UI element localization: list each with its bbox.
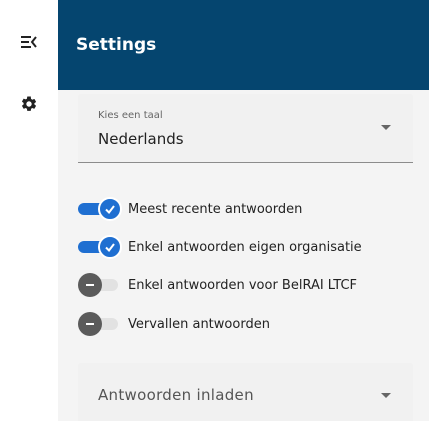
panel-body: Kies een taal Nederlands Meest recente a… — [58, 90, 429, 421]
toggle-switch[interactable] — [78, 273, 124, 297]
minus-icon — [84, 276, 96, 295]
toggle-enkel-antwoorden-belrai-ltcf[interactable]: Enkel antwoorden voor BelRAI LTCF — [78, 273, 423, 297]
toggle-label: Meest recente antwoorden — [128, 201, 303, 217]
toggle-knob — [78, 273, 102, 297]
toggle-vervallen-antwoorden[interactable]: Vervallen antwoorden — [78, 312, 423, 336]
toggle-meest-recente-antwoorden[interactable]: Meest recente antwoorden — [78, 197, 423, 221]
side-rail — [0, 0, 58, 421]
chevron-down-icon — [381, 393, 391, 398]
settings-panel: Settings Kies een taal Nederlands Meest … — [58, 0, 429, 421]
toggle-switch[interactable] — [78, 197, 124, 221]
language-select[interactable]: Kies een taal Nederlands — [78, 94, 413, 163]
toggle-label: Enkel antwoorden voor BelRAI LTCF — [128, 277, 357, 293]
load-answers-select[interactable]: Antwoorden inladen — [78, 363, 413, 421]
check-icon — [104, 238, 116, 257]
toggle-knob — [98, 197, 122, 221]
toggle-enkel-antwoorden-eigen-organisatie[interactable]: Enkel antwoorden eigen organisatie — [78, 235, 423, 259]
check-icon — [104, 200, 116, 219]
settings-button[interactable] — [0, 84, 58, 124]
panel-title: Settings — [76, 35, 157, 55]
toggle-switch[interactable] — [78, 235, 124, 259]
toggle-label: Enkel antwoorden eigen organisatie — [128, 239, 362, 255]
toggle-switch[interactable] — [78, 312, 124, 336]
toggle-knob — [78, 312, 102, 336]
load-answers-value: Antwoorden inladen — [98, 386, 254, 404]
chevron-down-icon — [381, 125, 391, 130]
gear-icon — [20, 95, 38, 113]
language-select-value: Nederlands — [98, 130, 184, 148]
toggle-label: Vervallen antwoorden — [128, 316, 270, 332]
collapse-menu-icon — [21, 35, 37, 49]
panel-header: Settings — [58, 0, 429, 90]
toggle-knob — [98, 235, 122, 259]
minus-icon — [84, 315, 96, 334]
collapse-menu-button[interactable] — [0, 22, 58, 62]
language-select-label: Kies een taal — [98, 110, 163, 121]
